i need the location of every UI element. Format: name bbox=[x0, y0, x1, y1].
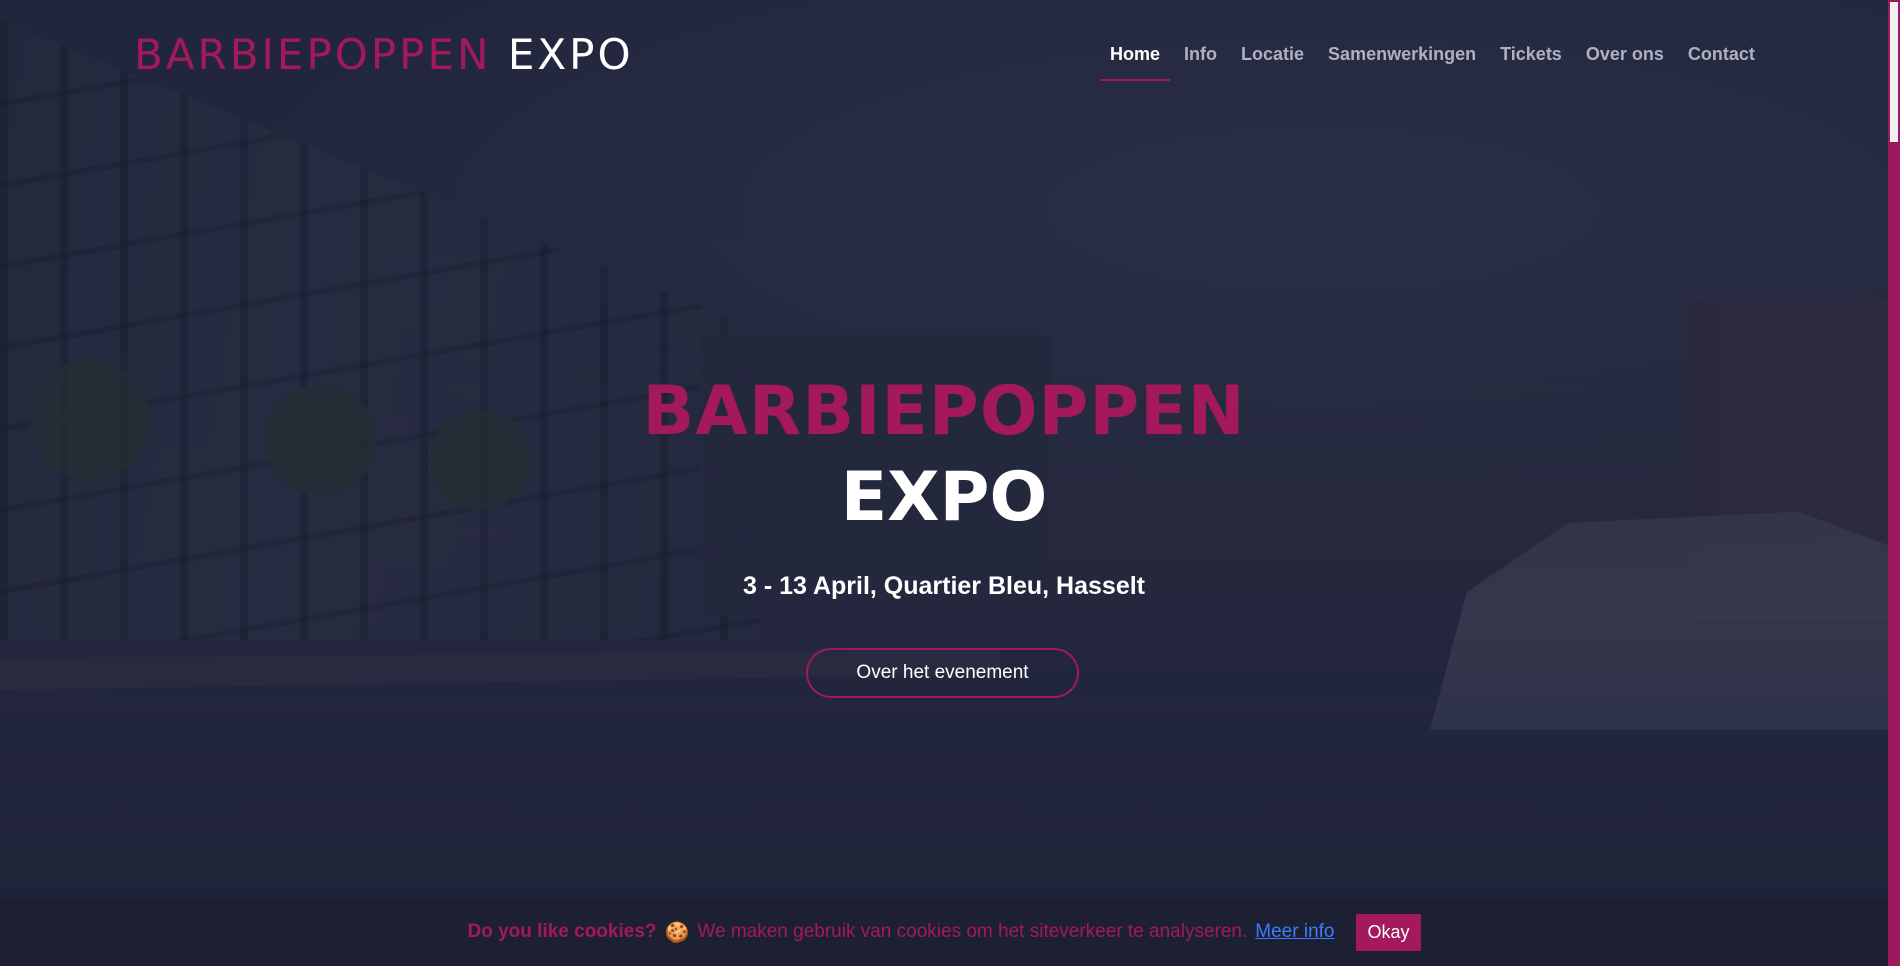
main-nav: Home Info Locatie Samenwerkingen Tickets… bbox=[1098, 40, 1767, 81]
cookie-banner: Do you like cookies? 🍪 We maken gebruik … bbox=[0, 898, 1888, 966]
about-event-button[interactable]: Over het evenement bbox=[806, 648, 1079, 698]
hero-title-line-2: EXPO bbox=[840, 458, 1048, 537]
nav-item-info[interactable]: Info bbox=[1172, 40, 1229, 81]
logo-part-1: BARBIEPOPPEN bbox=[134, 30, 492, 79]
nav-item-samenwerkingen[interactable]: Samenwerkingen bbox=[1316, 40, 1488, 81]
hero-subtitle: 3 - 13 April, Quartier Bleu, Hasselt bbox=[743, 572, 1145, 600]
nav-item-contact[interactable]: Contact bbox=[1676, 40, 1767, 81]
logo-part-2: EXPO bbox=[507, 30, 634, 79]
nav-item-tickets[interactable]: Tickets bbox=[1488, 40, 1574, 81]
cookie-message: We maken gebruik van cookies om het site… bbox=[697, 921, 1248, 942]
cookie-question: Do you like cookies? bbox=[467, 921, 657, 942]
page-scrollbar[interactable] bbox=[1888, 0, 1900, 966]
site-logo[interactable]: BARBIEPOPPEN EXPO bbox=[134, 30, 634, 79]
cookie-more-info-link[interactable]: Meer info bbox=[1255, 921, 1334, 943]
hero-title-line-1: BARBIEPOPPEN bbox=[642, 372, 1246, 451]
cookie-icon: 🍪 bbox=[664, 921, 690, 944]
cookie-okay-button[interactable]: Okay bbox=[1356, 913, 1421, 951]
nav-item-home[interactable]: Home bbox=[1098, 40, 1172, 81]
nav-item-over-ons[interactable]: Over ons bbox=[1574, 40, 1676, 81]
scrollbar-thumb[interactable] bbox=[1890, 2, 1898, 142]
nav-item-locatie[interactable]: Locatie bbox=[1229, 40, 1316, 81]
